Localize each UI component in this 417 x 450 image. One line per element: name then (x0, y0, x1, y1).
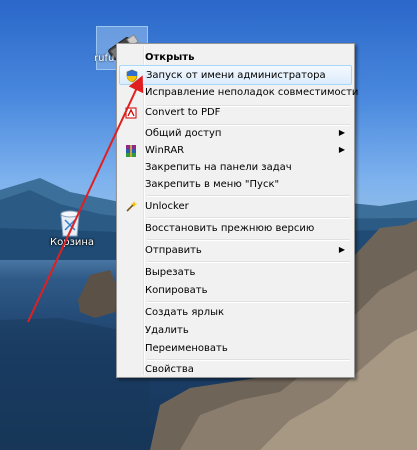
recycle-bin-label: Корзина (50, 237, 95, 248)
submenu-arrow-icon: ▶ (338, 128, 345, 137)
menu-item-label: Закрепить в меню "Пуск" (145, 179, 280, 190)
menu-item-label: Отправить (145, 245, 202, 256)
menu-item-label: Общий доступ (145, 128, 222, 139)
unlocker-wand-icon (126, 201, 138, 212)
file-icon-label: rufus (94, 53, 114, 64)
menu-item-delete[interactable]: Удалить (119, 321, 352, 341)
uac-shield-icon (126, 69, 138, 83)
pdf-icon (125, 107, 137, 119)
menu-item-label: Unlocker (145, 201, 189, 212)
menu-item-unlocker[interactable]: Unlocker (119, 197, 352, 217)
submenu-arrow-icon: ▶ (338, 145, 345, 154)
menu-item-run-as-admin[interactable]: Запуск от имени администратора (119, 65, 352, 85)
context-menu: Открыть Запуск от имени администратора И… (116, 43, 358, 380)
menu-item-label: Открыть (145, 52, 195, 63)
menu-item-properties[interactable]: Свойства (119, 360, 352, 380)
menu-item-label: Удалить (145, 325, 189, 336)
menu-item-convert-to-pdf[interactable]: Convert to PDF (119, 103, 352, 123)
menu-item-label: Исправление неполадок совместимости (145, 87, 359, 98)
menu-item-label: Переименовать (145, 343, 228, 354)
menu-item-label: Восстановить прежнюю версию (145, 223, 315, 234)
menu-item-send-to[interactable]: Отправить ▶ (119, 241, 352, 261)
menu-item-label: WinRAR (145, 145, 185, 156)
desktop-background: rufus Корзина Открыть Запуск от имени ад… (0, 0, 417, 450)
menu-item-label: Создать ярлык (145, 307, 225, 318)
winrar-icon (126, 145, 136, 157)
menu-item-troubleshoot-compatibility[interactable]: Исправление неполадок совместимости (119, 83, 358, 103)
menu-item-label: Свойства (145, 364, 194, 375)
menu-item-label: Запуск от имени администратора (146, 70, 326, 81)
menu-item-label: Вырезать (145, 267, 196, 278)
menu-item-copy[interactable]: Копировать (119, 281, 352, 301)
menu-item-restore-previous-versions[interactable]: Восстановить прежнюю версию (119, 219, 352, 239)
menu-item-create-shortcut[interactable]: Создать ярлык (119, 303, 352, 323)
menu-item-label: Копировать (145, 285, 208, 296)
menu-item-label: Convert to PDF (145, 107, 221, 118)
menu-item-pin-to-start[interactable]: Закрепить в меню "Пуск" (119, 175, 352, 195)
menu-item-cut[interactable]: Вырезать (119, 263, 352, 283)
menu-item-label: Закрепить на панели задач (145, 162, 292, 173)
menu-item-rename[interactable]: Переименовать (119, 339, 352, 359)
submenu-arrow-icon: ▶ (338, 245, 345, 254)
recycle-bin-icon[interactable] (50, 206, 90, 256)
